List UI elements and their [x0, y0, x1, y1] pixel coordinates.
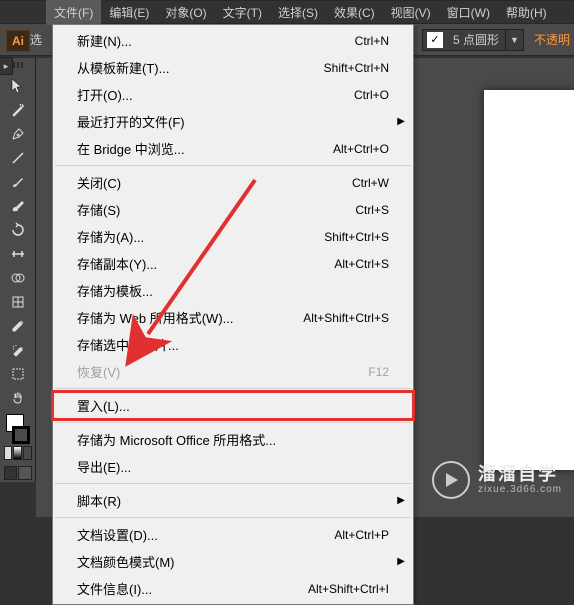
menu-open[interactable]: 打开(O)...Ctrl+O: [53, 81, 413, 108]
menu-new-from-template[interactable]: 从模板新建(T)...Shift+Ctrl+N: [53, 54, 413, 81]
fill-stroke-swatch[interactable]: [4, 414, 32, 444]
menu-select[interactable]: 选择(S): [270, 0, 326, 25]
tools-panel: ▸: [0, 58, 36, 482]
pen-tool[interactable]: [4, 122, 32, 146]
menu-save-as[interactable]: 存储为(A)...Shift+Ctrl+S: [53, 223, 413, 250]
artboard-tool[interactable]: [4, 362, 32, 386]
shape-selector[interactable]: ✓ 5 点圆形 ▼: [422, 29, 524, 51]
menu-window[interactable]: 窗口(W): [439, 0, 498, 25]
line-tool[interactable]: [4, 146, 32, 170]
artboard[interactable]: [484, 90, 574, 470]
magic-wand-tool[interactable]: [4, 98, 32, 122]
menu-file-info[interactable]: 文件信息(I)...Alt+Shift+Ctrl+I: [53, 575, 413, 602]
eyedropper-tool[interactable]: [4, 314, 32, 338]
menu-separator: [55, 165, 411, 166]
stroke-swatch[interactable]: [12, 426, 30, 444]
menu-place[interactable]: 置入(L)...: [53, 392, 413, 419]
menu-edit[interactable]: 编辑(E): [101, 0, 157, 25]
menu-save-copy[interactable]: 存储副本(Y)...Alt+Ctrl+S: [53, 250, 413, 277]
blob-brush-tool[interactable]: [4, 194, 32, 218]
menu-recent-files[interactable]: 最近打开的文件(F)▶: [53, 108, 413, 135]
menu-save-template[interactable]: 存储为模板...: [53, 277, 413, 304]
symbol-spray-tool[interactable]: [4, 338, 32, 362]
mesh-tool[interactable]: [4, 290, 32, 314]
play-icon: [432, 461, 470, 499]
dropdown-icon: ▼: [505, 30, 523, 50]
menu-effect[interactable]: 效果(C): [326, 0, 383, 25]
menu-separator: [55, 388, 411, 389]
submenu-arrow-icon: ▶: [397, 116, 405, 127]
shape-builder-tool[interactable]: [4, 266, 32, 290]
menu-separator: [55, 483, 411, 484]
menu-text[interactable]: 文字(T): [215, 0, 270, 25]
hand-tool[interactable]: [4, 386, 32, 410]
shape-value: 5 点圆形: [447, 31, 505, 48]
menu-scripts[interactable]: 脚本(R)▶: [53, 487, 413, 514]
menu-doc-setup[interactable]: 文档设置(D)...Alt+Ctrl+P: [53, 521, 413, 548]
menu-save[interactable]: 存储(S)Ctrl+S: [53, 196, 413, 223]
watermark: 溜溜自学 zixue.3d66.com: [432, 461, 562, 499]
screen-mode-buttons[interactable]: [4, 466, 32, 482]
submenu-arrow-icon: ▶: [397, 556, 405, 567]
menu-save-web[interactable]: 存储为 Web 所用格式(W)...Alt+Shift+Ctrl+S: [53, 304, 413, 331]
watermark-title: 溜溜自学: [478, 465, 562, 485]
menu-new[interactable]: 新建(N)...Ctrl+N: [53, 27, 413, 54]
file-menu-dropdown: 新建(N)...Ctrl+N 从模板新建(T)...Shift+Ctrl+N 打…: [52, 24, 414, 605]
menu-revert: 恢复(V)F12: [53, 358, 413, 385]
width-tool[interactable]: [4, 242, 32, 266]
opacity-label: 不透明: [534, 31, 570, 48]
menu-color-mode[interactable]: 文档颜色模式(M)▶: [53, 548, 413, 575]
menu-save-slice[interactable]: 存储选中的切片...: [53, 331, 413, 358]
menu-browse-bridge[interactable]: 在 Bridge 中浏览...Alt+Ctrl+O: [53, 135, 413, 162]
menu-help[interactable]: 帮助(H): [498, 0, 555, 25]
menu-file[interactable]: 文件(F): [46, 0, 101, 25]
menu-object[interactable]: 对象(O): [157, 0, 214, 25]
menubar: 文件(F) 编辑(E) 对象(O) 文字(T) 选择(S) 效果(C) 视图(V…: [0, 0, 574, 24]
watermark-url: zixue.3d66.com: [478, 484, 562, 495]
submenu-arrow-icon: ▶: [397, 495, 405, 506]
app-logo: Ai: [6, 30, 30, 52]
selection-tool[interactable]: [4, 74, 32, 98]
menu-save-ms-office[interactable]: 存储为 Microsoft Office 所用格式...: [53, 426, 413, 453]
checkbox-icon: ✓: [427, 32, 443, 48]
menu-separator: [55, 422, 411, 423]
color-mode-buttons[interactable]: [4, 446, 32, 462]
menu-separator: [55, 517, 411, 518]
panel-collapse-icon[interactable]: ▸: [0, 57, 13, 75]
menu-close[interactable]: 关闭(C)Ctrl+W: [53, 169, 413, 196]
rotate-tool[interactable]: [4, 218, 32, 242]
brush-tool[interactable]: [4, 170, 32, 194]
menu-view[interactable]: 视图(V): [383, 0, 439, 25]
menu-export[interactable]: 导出(E)...: [53, 453, 413, 480]
